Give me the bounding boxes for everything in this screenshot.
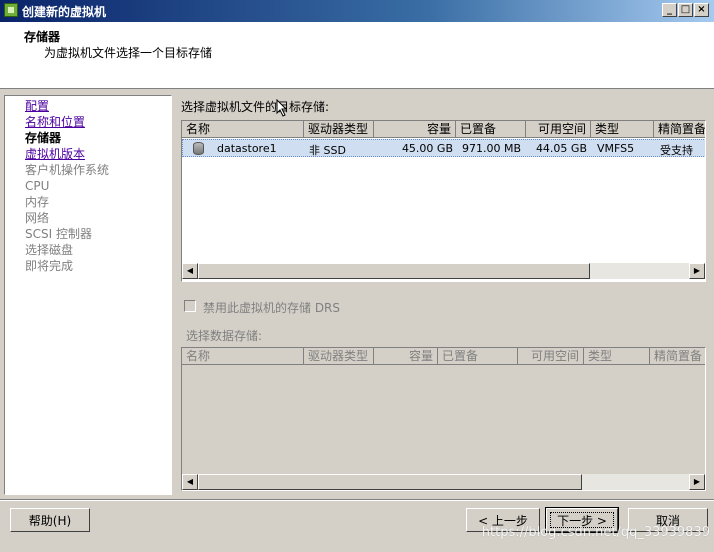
col2-name: 名称 [182, 348, 304, 365]
cell-provisioned: 971.00 MB [462, 142, 522, 155]
target-storage-label: 选择虚拟机文件的目标存储: [181, 100, 330, 114]
step-config[interactable]: 配置 [25, 98, 49, 114]
col-capacity[interactable]: 容量 [374, 121, 456, 138]
maximize-button[interactable]: □ [678, 3, 693, 17]
col2-drive-type: 驱动器类型 [304, 348, 374, 365]
datastore-icon [193, 142, 204, 155]
col-name[interactable]: 名称 [182, 121, 304, 138]
cell-type: VMFS5 [597, 142, 635, 155]
col2-free: 可用空间 [518, 348, 584, 365]
table-row[interactable]: datastore1 非 SSD 45.00 GB 971.00 MB 44.0… [182, 139, 705, 157]
close-button[interactable]: × [694, 3, 709, 17]
scroll-thumb[interactable] [198, 263, 590, 279]
scroll-right-icon[interactable]: ▶ [689, 263, 705, 279]
footer-divider [0, 499, 714, 501]
cell-drive-type: 非 SSD [309, 144, 346, 157]
col-drive-type[interactable]: 驱动器类型 [304, 121, 374, 138]
col2-provisioned: 已置备 [438, 348, 518, 365]
select-datastore-label: 选择数据存储: [186, 329, 263, 343]
step-cpu: CPU [25, 179, 50, 193]
watermark: https://blog.csdn.net/qq_33939839 [481, 525, 710, 540]
page-subtitle: 为虚拟机文件选择一个目标存储 [44, 46, 213, 60]
col2-thin: 精简置备 [650, 348, 705, 365]
scroll-left-icon-2: ◀ [182, 474, 198, 490]
step-select-disk: 选择磁盘 [25, 243, 74, 257]
col-thin[interactable]: 精简置备 [654, 121, 705, 138]
col2-type: 类型 [584, 348, 650, 365]
window-title: 创建新的虚拟机 [22, 5, 107, 19]
cell-name: datastore1 [217, 142, 277, 155]
cell-capacity: 45.00 GB [401, 142, 453, 155]
scroll-thumb-2 [198, 474, 582, 490]
step-storage: 存储器 [25, 131, 62, 145]
col-free[interactable]: 可用空间 [526, 121, 591, 138]
step-network: 网络 [25, 211, 50, 225]
step-scsi-controller: SCSI 控制器 [25, 227, 92, 241]
wizard-steps-nav: 配置 名称和位置 存储器 虚拟机版本 客户机操作系统 CPU 内存 网络 SCS… [4, 95, 172, 495]
col-provisioned[interactable]: 已置备 [456, 121, 526, 138]
step-name-location[interactable]: 名称和位置 [25, 114, 85, 130]
help-button[interactable]: 帮助(H) [10, 508, 90, 532]
page-title: 存储器 [24, 30, 61, 44]
cell-thin: 受支持 [660, 144, 693, 157]
wizard-header: 存储器 为虚拟机文件选择一个目标存储 [0, 22, 714, 89]
col-type[interactable]: 类型 [591, 121, 654, 138]
datastore-table-disabled: 名称 驱动器类型 容量 已置备 可用空间 类型 精简置备 ◀ ▶ [181, 347, 706, 491]
scroll-right-icon-2: ▶ [689, 474, 705, 490]
datastore-table: 名称 驱动器类型 容量 已置备 可用空间 类型 精简置备 datastore1 … [181, 120, 706, 282]
minimize-button[interactable]: _ [662, 3, 677, 17]
mouse-cursor-icon [276, 99, 288, 117]
horizontal-scrollbar-2: ◀ ▶ [182, 474, 705, 490]
disable-drs-checkbox [184, 300, 196, 312]
step-guest-os: 客户机操作系统 [25, 163, 110, 177]
step-ready: 即将完成 [25, 259, 74, 273]
title-bar: 创建新的虚拟机 _ □ × [0, 0, 714, 22]
scroll-left-icon[interactable]: ◀ [182, 263, 198, 279]
step-memory: 内存 [25, 195, 50, 209]
horizontal-scrollbar[interactable]: ◀ ▶ [182, 263, 705, 279]
disable-drs-label: 禁用此虚拟机的存储 DRS [203, 301, 341, 315]
vsphere-app-icon [4, 3, 18, 17]
cell-free: 44.05 GB [535, 142, 587, 155]
col2-capacity: 容量 [374, 348, 438, 365]
step-vm-version[interactable]: 虚拟机版本 [25, 146, 85, 162]
